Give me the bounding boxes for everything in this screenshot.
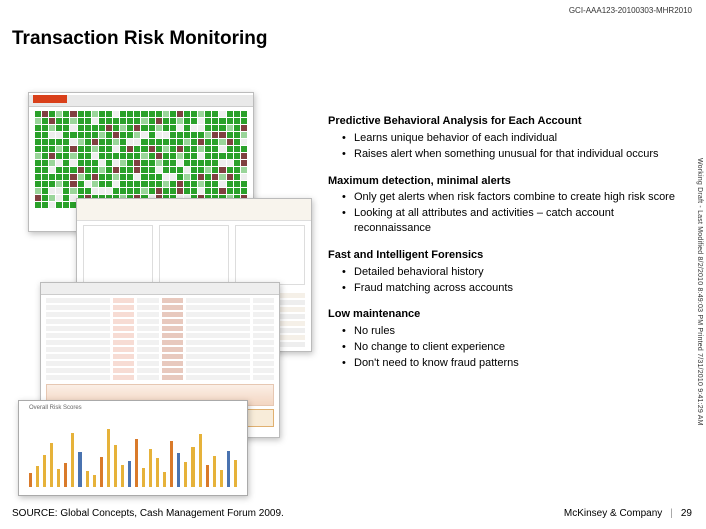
- bullet-item: No rules: [342, 324, 678, 339]
- chart-title: Overall Risk Scores: [29, 405, 82, 411]
- bullet-item: Looking at all attributes and activities…: [342, 206, 678, 236]
- bullet-list: Detailed behavioral historyFraud matchin…: [328, 265, 678, 296]
- chart-bar: [156, 458, 159, 487]
- chart-bar: [121, 465, 124, 487]
- footer-source: SOURCE: Global Concepts, Cash Management…: [12, 508, 284, 519]
- chart-bar: [142, 468, 145, 487]
- bullet-item: No change to client experience: [342, 340, 678, 355]
- section-heading: Maximum detection, minimal alerts: [328, 174, 678, 189]
- chart-bar: [220, 470, 223, 487]
- footer-separator: |: [670, 508, 673, 519]
- bullet-list: Only get alerts when risk factors combin…: [328, 190, 678, 236]
- chart-bar: [107, 429, 110, 487]
- content-block: Low maintenance No rulesNo change to clie…: [328, 307, 678, 370]
- bullet-item: Raises alert when something unusual for …: [342, 147, 678, 162]
- section-heading: Predictive Behavioral Analysis for Each …: [328, 114, 678, 129]
- slide-footer: SOURCE: Global Concepts, Cash Management…: [12, 508, 692, 519]
- content-block: Predictive Behavioral Analysis for Each …: [328, 114, 678, 162]
- chart-bar: [57, 469, 60, 487]
- chart-bar: [170, 441, 173, 487]
- chart-bar: [100, 457, 103, 487]
- chart-bar: [93, 475, 96, 487]
- bullet-item: Detailed behavioral history: [342, 265, 678, 280]
- chart-bar: [149, 449, 152, 487]
- content-block: Maximum detection, minimal alertsOnly ge…: [328, 174, 678, 236]
- chart-bar: [50, 443, 53, 487]
- chart-bar: [135, 439, 138, 487]
- section-heading: Fast and Intelligent Forensics: [328, 248, 678, 263]
- screenshot-chart: Overall Risk Scores: [18, 400, 248, 496]
- footer-page-number: 29: [681, 508, 692, 519]
- slide-title: Transaction Risk Monitoring: [12, 28, 267, 50]
- draft-note-vertical: Working Draft - Last Modified 8/2/2010 8…: [696, 158, 703, 426]
- section-heading: Low maintenance: [328, 307, 678, 322]
- bullet-list: Learns unique behavior of each individua…: [328, 131, 678, 162]
- footer-company: McKinsey & Company: [564, 508, 662, 519]
- content-block: Fast and Intelligent Forensics Detailed b…: [328, 248, 678, 296]
- chart-bar: [64, 463, 67, 487]
- chart-bar: [234, 460, 237, 487]
- bullet-item: Only get alerts when risk factors combin…: [342, 190, 678, 205]
- chart-bar: [78, 452, 81, 487]
- chart-bar: [29, 473, 32, 487]
- chart-bar: [206, 465, 209, 487]
- chart-bar: [177, 453, 180, 487]
- document-id: GCI-AAA123-20100303-MHR2010: [569, 6, 692, 15]
- chart-bar: [71, 433, 74, 487]
- chart-bar: [86, 471, 89, 487]
- chart-bar: [163, 472, 166, 487]
- bullet-item: Learns unique behavior of each individua…: [342, 131, 678, 146]
- chart-bar: [36, 466, 39, 487]
- chart-bar: [114, 445, 117, 487]
- chart-bar: [227, 451, 230, 487]
- chart-bar: [43, 455, 46, 487]
- chart-bar: [128, 461, 131, 487]
- chart-bar: [213, 456, 216, 487]
- chart-bar: [191, 447, 194, 487]
- bullet-item: Don't need to know fraud patterns: [342, 356, 678, 371]
- content-column: Predictive Behavioral Analysis for Each …: [328, 114, 678, 383]
- bullet-item: Fraud matching across accounts: [342, 281, 678, 296]
- bullet-list: No rulesNo change to client experienceDo…: [328, 324, 678, 371]
- chart-bar: [184, 462, 187, 487]
- chart-bar: [199, 434, 202, 487]
